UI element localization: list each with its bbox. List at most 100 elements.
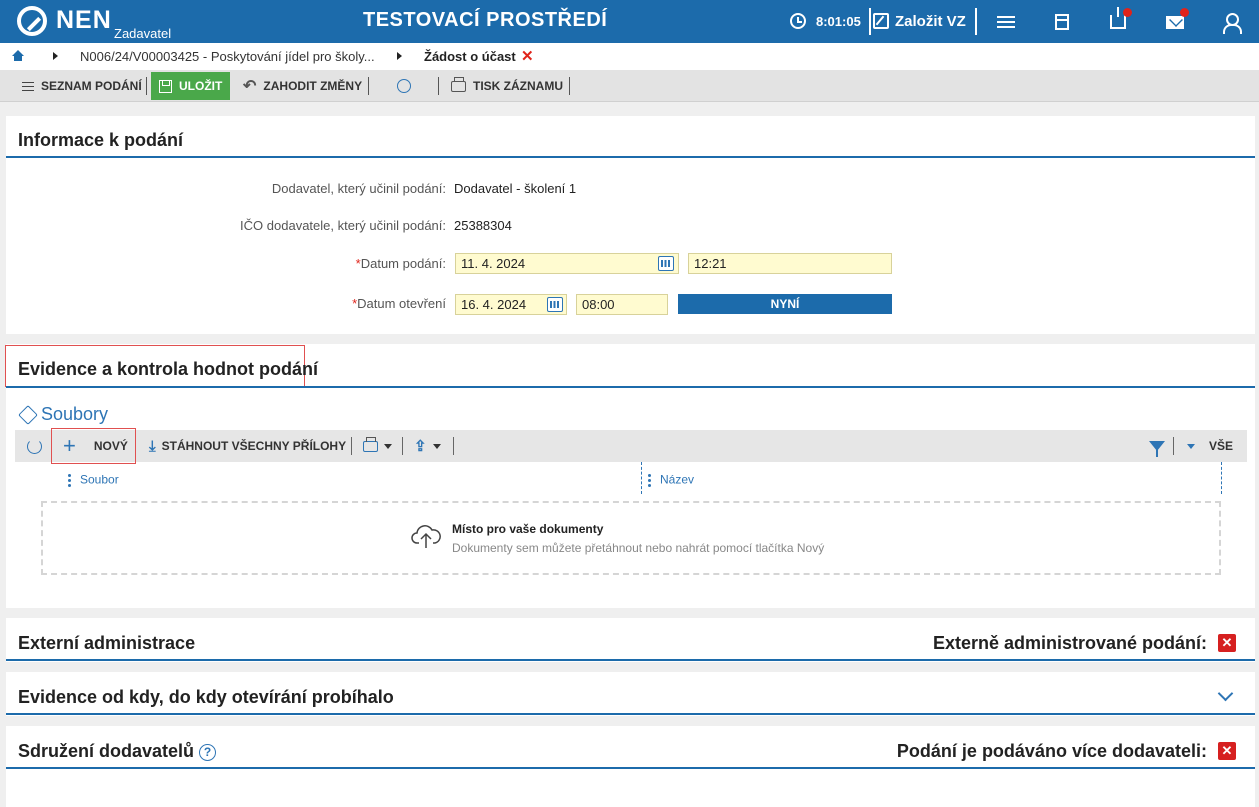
breadcrumb-arrow-icon <box>53 52 58 60</box>
info-panel: Informace k podání Dodavatel, který učin… <box>6 116 1255 334</box>
save-button[interactable]: ULOŽIT <box>151 72 231 100</box>
column-divider[interactable] <box>1221 462 1222 494</box>
ico-value: 25388304 <box>454 218 512 233</box>
opening-time-title: Evidence od kdy, do kdy otevírání probíh… <box>18 687 394 707</box>
filter-icon <box>1149 441 1165 457</box>
panel-underline <box>6 767 1255 769</box>
discard-changes-button[interactable]: ↶ ZAHODIT ZMĚNY <box>243 72 362 100</box>
panel-underline <box>6 659 1255 661</box>
view-all-dropdown[interactable]: VŠE <box>1187 430 1233 462</box>
multiple-suppliers-label: Podání je podáváno více dodavateli: <box>896 741 1207 761</box>
print-icon <box>363 436 378 452</box>
toolbar-divider <box>146 77 147 95</box>
opening-time-panel[interactable]: Evidence od kdy, do kdy otevírání probíh… <box>6 672 1255 716</box>
inbox-icon[interactable] <box>1106 7 1132 34</box>
evidence-panel-title: Evidence a kontrola hodnot podání <box>18 359 319 379</box>
export-icon: ⇪ <box>414 438 427 455</box>
checkbox-unchecked-icon[interactable]: ✕ <box>1218 742 1236 760</box>
tag-icon <box>18 404 38 425</box>
open-date-label: *Datum otevření <box>352 296 446 311</box>
download-icon: ⤓ <box>149 437 156 455</box>
panel-underline <box>6 156 1255 158</box>
list-icon <box>22 79 34 94</box>
action-toolbar: SEZNAM PODÁNÍ ULOŽIT ↶ ZAHODIT ZMĚNY TIS… <box>0 70 1259 102</box>
files-title-label: Soubory <box>41 404 109 424</box>
breadcrumb-item-contract[interactable]: N006/24/V00003425 - Poskytování jídel pr… <box>80 49 375 64</box>
submit-date-label: *Datum podání: <box>355 256 446 271</box>
notification-dot <box>1123 8 1132 17</box>
export-menu-button[interactable]: ⇪ <box>414 430 441 462</box>
supplier-association-title: Sdružení dodavatelů? <box>18 741 217 762</box>
evidence-panel: Evidence a kontrola hodnot podání Soubor… <box>5 344 1255 608</box>
view-all-label: VŠE <box>1209 439 1234 453</box>
discard-changes-label: ZAHODIT ZMĚNY <box>263 79 363 93</box>
ribbon-icon <box>397 79 411 93</box>
ico-label: IČO dodavatele, který učinil podání: <box>240 218 446 233</box>
breadcrumb: N006/24/V00003425 - Poskytování jídel pr… <box>0 43 1259 70</box>
toolbar-divider <box>351 437 352 455</box>
logo-text[interactable]: NEN <box>56 6 112 35</box>
help-icon[interactable]: ? <box>199 743 217 761</box>
calculator-icon[interactable] <box>1050 10 1074 34</box>
chevron-down-icon[interactable] <box>1217 685 1234 702</box>
submit-date-input[interactable]: 11. 4. 2024 <box>455 253 679 274</box>
files-toolbar: + NOVÝ ⤓ STÁHNOUT VŠECHNY PŘÍLOHY ⇪ VŠE <box>15 428 1247 464</box>
session-clock: 8:01:05 <box>816 14 861 29</box>
calendar-icon[interactable] <box>658 256 674 271</box>
toolbar-divider <box>453 437 454 455</box>
user-icon[interactable] <box>1219 10 1243 34</box>
column-divider[interactable] <box>641 462 642 494</box>
caret-down-icon <box>1187 443 1195 449</box>
home-icon[interactable] <box>12 50 24 62</box>
highlight-box <box>51 428 136 464</box>
panel-underline <box>6 386 1255 388</box>
panel-underline <box>6 713 1255 715</box>
toolbar-divider <box>569 77 570 95</box>
undo-icon: ↶ <box>243 78 257 95</box>
refresh-icon <box>27 438 42 454</box>
column-header-name[interactable]: Název <box>648 472 694 489</box>
create-contract-label: Založit VZ <box>895 12 966 30</box>
supplier-association-panel: Sdružení dodavatelů? Podání je podáváno … <box>6 726 1255 807</box>
save-icon <box>159 79 172 93</box>
column-header-file[interactable]: Soubor <box>68 472 119 489</box>
create-contract-button[interactable]: Založit VZ <box>873 7 966 35</box>
toolbar-divider <box>438 77 439 95</box>
notification-dot <box>1180 8 1189 17</box>
mail-icon[interactable] <box>1163 8 1189 34</box>
supplier-label: Dodavatel, který učinil podání: <box>271 181 446 196</box>
cloud-upload-icon <box>411 525 441 548</box>
supplier-value: Dodavatel - školení 1 <box>454 181 577 196</box>
print-record-button[interactable]: TISK ZÁZNAMU <box>451 72 563 100</box>
print-menu-button[interactable] <box>363 430 392 462</box>
open-time-input[interactable]: 08:00 <box>576 294 668 315</box>
calendar-icon[interactable] <box>547 297 563 312</box>
nen-logo-icon[interactable] <box>17 6 47 36</box>
refresh-button[interactable] <box>27 430 42 462</box>
toolbar-divider <box>1173 437 1174 455</box>
download-all-label: STÁHNOUT VŠECHNY PŘÍLOHY <box>161 439 347 453</box>
file-dropzone[interactable]: Místo pro vaše dokumenty Dokumenty sem m… <box>41 501 1221 575</box>
download-all-button[interactable]: ⤓ STÁHNOUT VŠECHNY PŘÍLOHY <box>149 430 346 462</box>
column-menu-icon[interactable] <box>648 472 651 489</box>
header-divider <box>975 8 977 35</box>
external-admin-panel[interactable]: Externí administrace Externě administrov… <box>6 618 1255 662</box>
breadcrumb-arrow-icon <box>397 52 402 60</box>
files-section-title: Soubory <box>18 404 109 425</box>
external-admin-title: Externí administrace <box>18 633 196 653</box>
caret-down-icon <box>432 443 441 449</box>
info-panel-title: Informace k podání <box>18 130 184 150</box>
submission-list-button[interactable]: SEZNAM PODÁNÍ <box>22 72 142 100</box>
now-button[interactable]: NYNÍ <box>678 294 892 314</box>
header-divider <box>869 8 871 35</box>
column-menu-icon[interactable] <box>68 472 71 489</box>
menu-icon[interactable] <box>994 10 1018 34</box>
ribbon-button[interactable] <box>397 72 411 100</box>
print-icon <box>451 76 466 92</box>
filter-button[interactable] <box>1149 430 1165 462</box>
submit-time-input[interactable]: 12:21 <box>688 253 892 274</box>
top-header: NEN Zadavatel TESTOVACÍ PROSTŘEDÍ 8:01:0… <box>0 0 1259 43</box>
external-admin-label: Externě administrované podání: <box>932 633 1207 653</box>
checkbox-unchecked-icon[interactable]: ✕ <box>1218 634 1236 652</box>
close-tab-icon[interactable]: ✕ <box>521 47 534 65</box>
